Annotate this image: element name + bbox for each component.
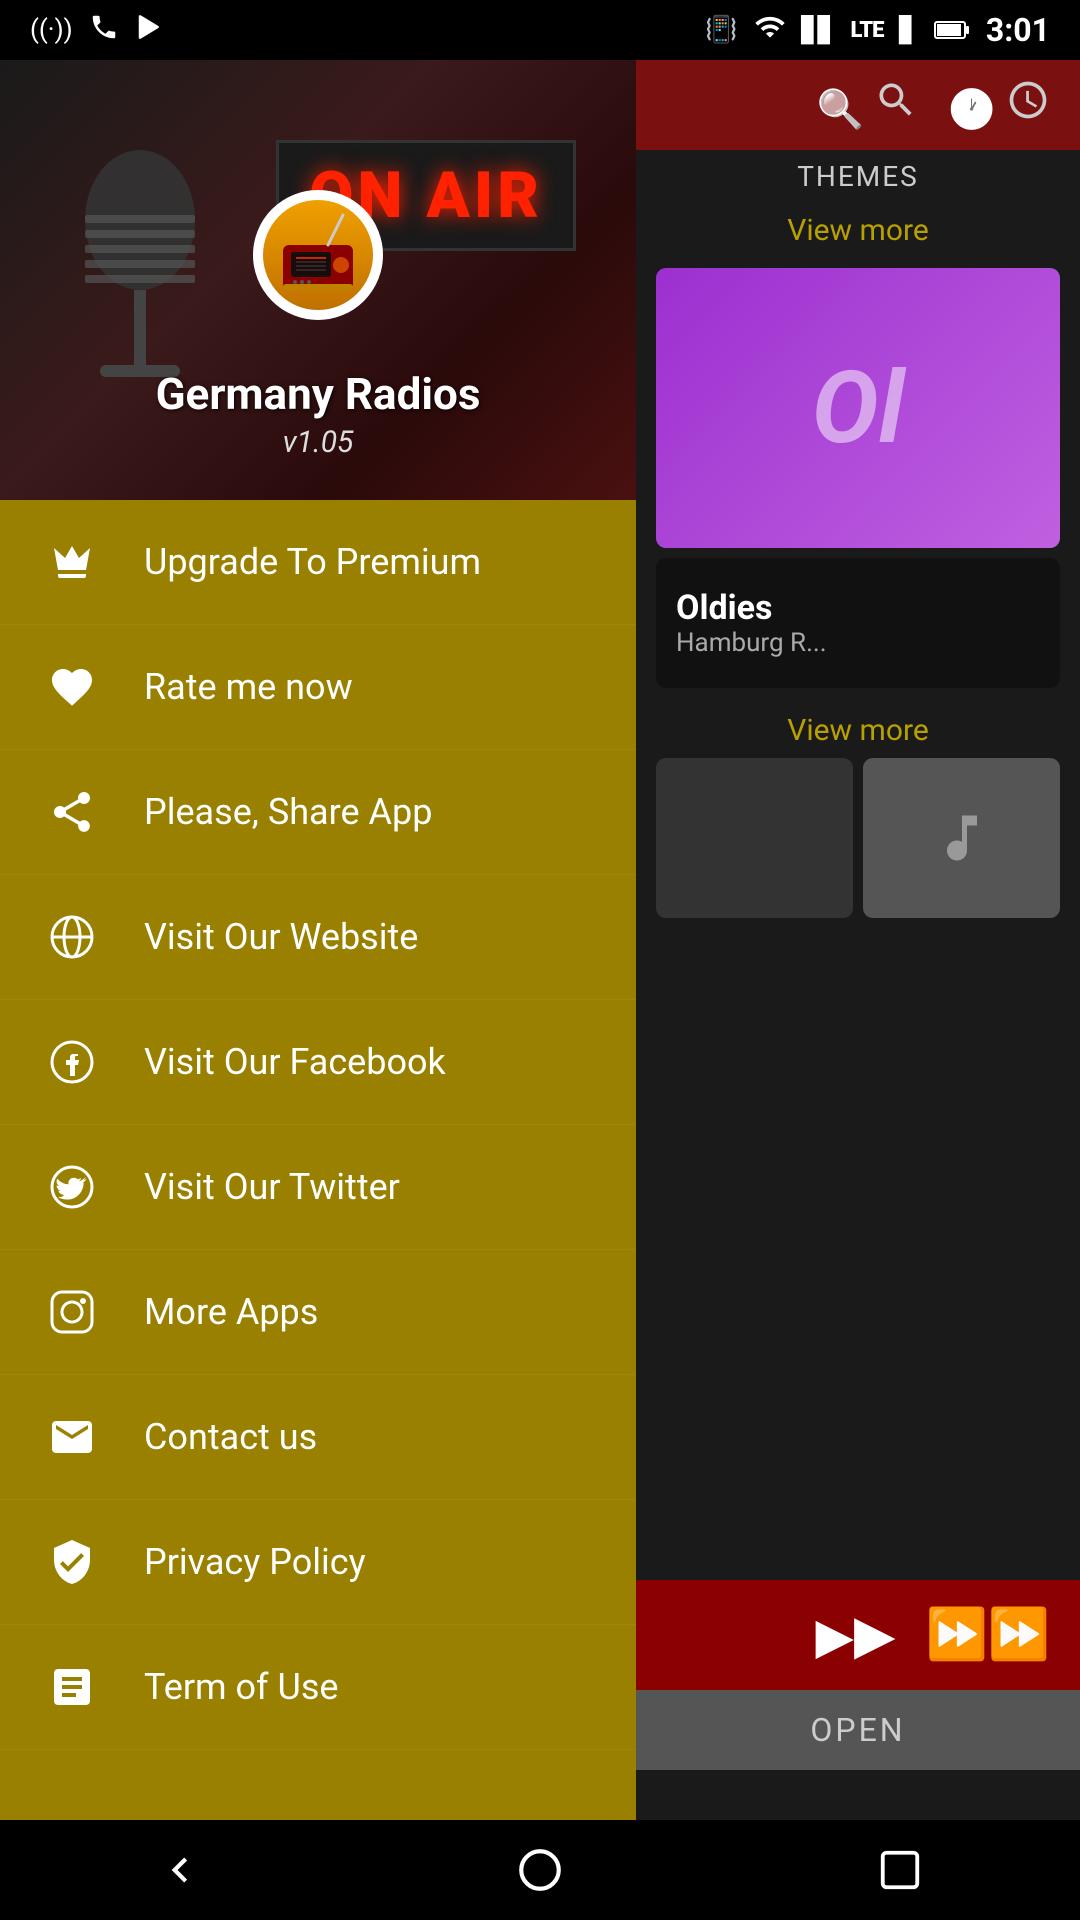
wifi-icon (754, 11, 786, 50)
player-bar: ▶ ⏩ (636, 1580, 1080, 1690)
top-bar (636, 60, 1080, 150)
email-icon (40, 1405, 104, 1469)
signal-bars-icon: ▋ (899, 16, 917, 44)
contact-label: Contact us (144, 1416, 317, 1458)
heart-icon (40, 655, 104, 719)
fast-forward-icon[interactable]: ⏩ (925, 1606, 1050, 1664)
facebook-icon (40, 1030, 104, 1094)
bottom-cards (656, 758, 1060, 918)
phone-icon (89, 12, 119, 49)
lte-icon: LTE (851, 18, 884, 43)
status-bar: ((·)) 📳 ▋▋ LTE ▋ 3:01 (0, 0, 1080, 60)
app-logo (253, 190, 383, 320)
navigation-bar (0, 1820, 1080, 1920)
battery-icon (934, 14, 970, 47)
privacy-label: Privacy Policy (144, 1541, 366, 1583)
app-version: v1.05 (0, 425, 636, 460)
instagram-icon (40, 1280, 104, 1344)
station-name: Oldies (676, 588, 1040, 628)
station-location: Hamburg R... (676, 628, 1040, 658)
twitter-label: Visit Our Twitter (144, 1166, 400, 1208)
play-icon[interactable]: ▶ (815, 1603, 895, 1667)
rate-label: Rate me now (144, 666, 353, 708)
app-name: Germany Radios (0, 368, 636, 420)
recents-button[interactable] (850, 1820, 950, 1920)
menu-item-contact[interactable]: Contact us (0, 1375, 636, 1500)
navigation-drawer: ON AIR (0, 60, 636, 1820)
station-card-dark (656, 758, 853, 918)
open-button[interactable]: OPEN (636, 1690, 1080, 1770)
share-label: Please, Share App (144, 791, 432, 833)
website-label: Visit Our Website (144, 916, 418, 958)
play-store-icon (135, 12, 165, 49)
upgrade-label: Upgrade To Premium (144, 541, 481, 583)
status-right-icons: 📳 ▋▋ LTE ▋ 3:01 (705, 11, 1050, 50)
crown-icon (40, 530, 104, 594)
menu-item-rate[interactable]: Rate me now (0, 625, 636, 750)
menu-item-terms[interactable]: Term of Use (0, 1625, 636, 1750)
menu-item-upgrade[interactable]: Upgrade To Premium (0, 500, 636, 625)
menu-item-twitter[interactable]: Visit Our Twitter (0, 1125, 636, 1250)
right-panel: THEMES View more Ol Oldies Hamburg R... … (636, 60, 1080, 1920)
vibrate-icon: 📳 (705, 15, 737, 45)
themes-label: THEMES (636, 150, 1080, 193)
drawer-menu: Upgrade To Premium Rate me now Please, S… (0, 500, 636, 1820)
station-card-purple: Ol (656, 268, 1060, 548)
share-icon (40, 780, 104, 844)
status-left-icons: ((·)) (30, 12, 165, 49)
home-button[interactable] (490, 1820, 590, 1920)
menu-item-more-apps[interactable]: More Apps (0, 1250, 636, 1375)
shield-icon (40, 1530, 104, 1594)
wifi-signal-icon: ((·)) (30, 15, 73, 45)
drawer-header: ON AIR (0, 60, 636, 500)
more-apps-label: More Apps (144, 1291, 318, 1333)
search-icon[interactable] (817, 78, 919, 133)
facebook-label: Visit Our Facebook (144, 1041, 446, 1083)
clock-icon[interactable] (948, 78, 1050, 133)
menu-item-website[interactable]: Visit Our Website (0, 875, 636, 1000)
signal-icon: ▋▋ (802, 16, 835, 44)
station-info-card: Oldies Hamburg R... (656, 558, 1060, 688)
menu-item-share[interactable]: Please, Share App (0, 750, 636, 875)
terms-label: Term of Use (144, 1666, 339, 1708)
menu-item-facebook[interactable]: Visit Our Facebook (0, 1000, 636, 1125)
terms-icon (40, 1655, 104, 1719)
status-time: 3:01 (986, 11, 1050, 49)
station-card-gray (863, 758, 1060, 918)
globe-icon (40, 905, 104, 969)
back-button[interactable] (130, 1820, 230, 1920)
twitter-icon (40, 1155, 104, 1219)
view-more-top[interactable]: View more (636, 193, 1080, 258)
view-more-bottom[interactable]: View more (636, 698, 1080, 758)
menu-item-privacy[interactable]: Privacy Policy (0, 1500, 636, 1625)
